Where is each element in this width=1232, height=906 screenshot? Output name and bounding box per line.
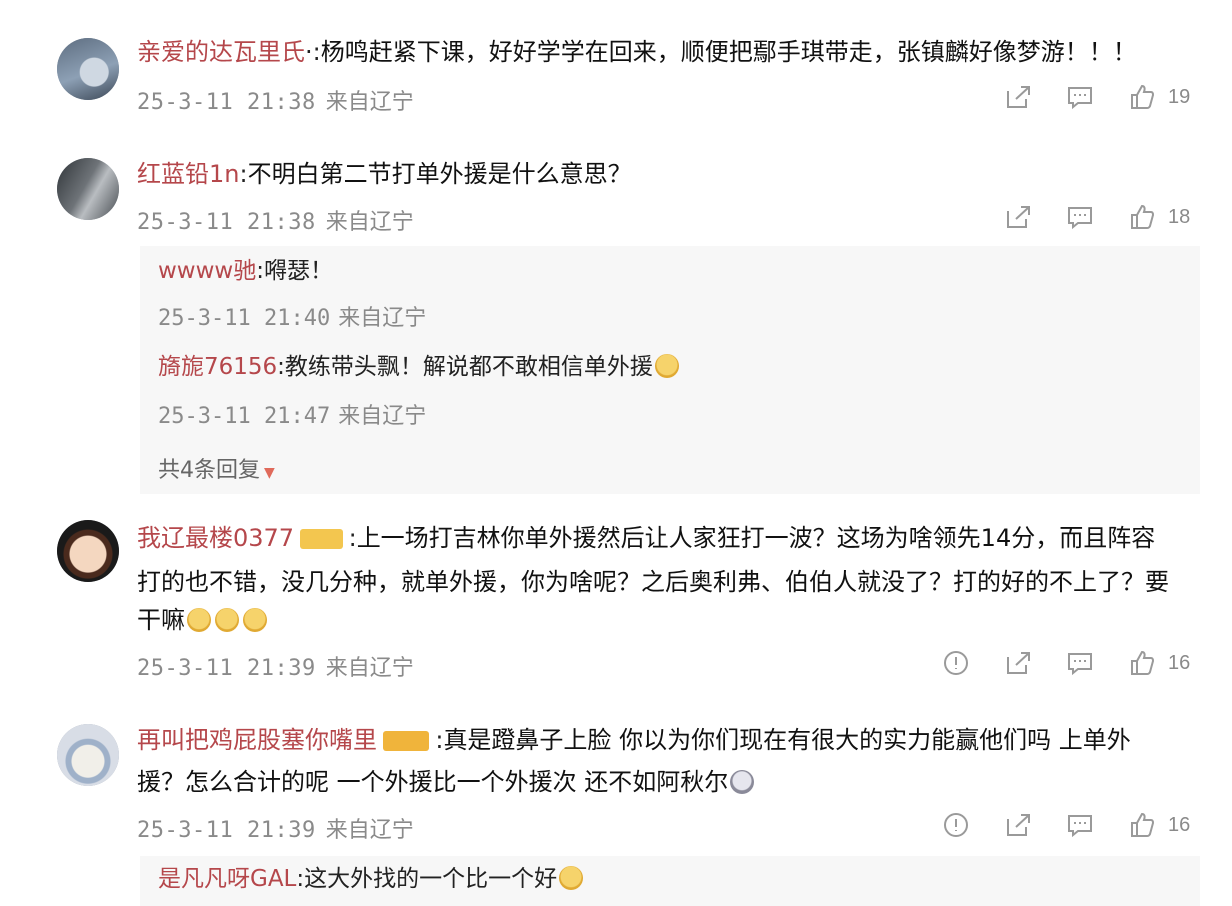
comment-meta: 25-3-11 21:39 来自辽宁 xyxy=(137,650,414,682)
like-icon[interactable] xyxy=(1124,646,1160,680)
comment-actions: 16 xyxy=(912,646,1194,680)
username-link[interactable]: 亲爱的达瓦里氏 xyxy=(137,38,305,66)
fan-badge xyxy=(300,529,343,549)
comment-text: 援？怎么合计的呢 一个外援比一个外援次 还不如阿秋尔 xyxy=(137,768,729,796)
reply-time: 25-3-11 21:40 xyxy=(158,306,331,331)
comment-text: 干嘛 xyxy=(137,606,185,634)
reply-text: 教练带头飘！解说都不敢相信单外援 xyxy=(284,354,653,380)
reply-item: 是凡凡呀GAL:这大外找的一个比一个好 xyxy=(158,862,585,896)
separator: : xyxy=(256,258,264,284)
more-replies-link[interactable]: 共4条回复 ▼ xyxy=(158,452,275,484)
laugh-cry-emoji-icon xyxy=(654,354,679,378)
avatar[interactable] xyxy=(57,520,119,582)
reply-text: 这大外找的一个比一个好 xyxy=(304,866,558,892)
like-count: 16 xyxy=(1168,651,1191,674)
username-link[interactable]: 再叫把鸡屁股塞你嘴里 xyxy=(137,726,377,754)
comment-text: 杨鸣赶紧下课，好好学学在回来，顺便把鄢手琪带走，张镇麟好像梦游！！！ xyxy=(320,38,1137,66)
comment-time: 25-3-11 21:39 xyxy=(137,818,316,843)
comment-meta: 25-3-11 21:38 来自辽宁 xyxy=(137,84,414,116)
reply-list: 是凡凡呀GAL:这大外找的一个比一个好 xyxy=(140,856,1200,906)
comment-icon[interactable] xyxy=(1062,808,1098,842)
comment-actions: 18 xyxy=(974,200,1194,234)
report-icon[interactable] xyxy=(938,808,974,842)
comment-time: 25-3-11 21:38 xyxy=(137,210,316,235)
username-link[interactable]: 我辽最楼0377 xyxy=(137,524,294,552)
comment-line: 亲爱的达瓦里氏·:杨鸣赶紧下课，好好学学在回来，顺便把鄢手琪带走，张镇麟好像梦游… xyxy=(137,32,1192,72)
comment-location: 来自辽宁 xyxy=(325,210,414,235)
comment-icon[interactable] xyxy=(1062,646,1098,680)
comment-location: 来自辽宁 xyxy=(325,656,414,681)
reply-time: 25-3-11 21:47 xyxy=(158,404,331,429)
comment-text: 上一场打吉林你单外援然后让人家狂打一波？这场为啥领先14分，而且阵容 xyxy=(356,524,1156,552)
share-icon[interactable] xyxy=(1000,646,1036,680)
share-icon[interactable] xyxy=(1000,200,1036,234)
separator: : xyxy=(348,524,357,552)
sticker-emoji-icon xyxy=(730,770,755,794)
comment-line: 打的也不错，没几分种，就单外援，你为啥呢？之后奥利弗、伯伯人就没了？打的好的不上… xyxy=(137,562,1192,602)
laugh-cry-emoji-icon xyxy=(243,608,267,632)
reply-location: 来自辽宁 xyxy=(338,404,427,429)
like-count: 18 xyxy=(1168,205,1191,228)
laugh-cry-emoji-icon xyxy=(187,608,211,632)
comment-text: 真是蹬鼻子上脸 你以为你们现在有很大的实力能赢他们吗 上单外 xyxy=(443,726,1131,754)
like-count: 16 xyxy=(1168,813,1191,836)
reply-list: wwww驰:嘚瑟！ 25-3-11 21:40 来自辽宁 旖旎76156:教练带头… xyxy=(140,246,1200,494)
caret-down-icon: ▼ xyxy=(264,465,275,481)
comment-meta: 25-3-11 21:39 来自辽宁 xyxy=(137,812,414,844)
laugh-cry-emoji-icon xyxy=(215,608,239,632)
comment-location: 来自辽宁 xyxy=(325,90,414,115)
separator: : xyxy=(277,354,285,380)
avatar[interactable] xyxy=(57,38,119,100)
separator: : xyxy=(296,866,305,892)
username-link[interactable]: 红蓝铅1n xyxy=(137,160,239,188)
reply-meta: 25-3-11 21:40 来自辽宁 xyxy=(158,300,426,332)
reply-meta: 25-3-11 21:47 来自辽宁 xyxy=(158,398,426,430)
comment-line: 我辽最楼0377 :上一场打吉林你单外援然后让人家狂打一波？这场为啥领先14分，… xyxy=(137,518,1192,558)
like-icon[interactable] xyxy=(1124,808,1160,842)
comment-meta: 25-3-11 21:38 来自辽宁 xyxy=(137,204,414,236)
reply-item: wwww驰:嘚瑟！ xyxy=(158,254,333,288)
comment-line: 援？怎么合计的呢 一个外援比一个外援次 还不如阿秋尔 xyxy=(137,762,1192,802)
reply-username[interactable]: wwww驰 xyxy=(158,258,256,284)
share-icon[interactable] xyxy=(1000,808,1036,842)
share-icon[interactable] xyxy=(1000,80,1036,114)
doge-emoji-icon xyxy=(559,866,584,890)
comment-text: 打的也不错，没几分种，就单外援，你为啥呢？之后奥利弗、伯伯人就没了？打的好的不上… xyxy=(137,568,1169,596)
like-icon[interactable] xyxy=(1124,200,1160,234)
avatar[interactable] xyxy=(57,724,119,786)
comment-location: 来自辽宁 xyxy=(325,818,414,843)
reply-text: 嘚瑟！ xyxy=(264,258,333,284)
comment-line: 再叫把鸡屁股塞你嘴里 :真是蹬鼻子上脸 你以为你们现在有很大的实力能赢他们吗 上… xyxy=(137,720,1192,760)
comment-time: 25-3-11 21:39 xyxy=(137,656,316,681)
more-replies-label: 共4条回复 xyxy=(158,458,260,483)
separator: ·: xyxy=(305,38,321,66)
reply-location: 来自辽宁 xyxy=(338,306,427,331)
comment-text: 不明白第二节打单外援是什么意思？ xyxy=(247,160,632,188)
comment-line: 干嘛 xyxy=(137,600,1192,640)
reply-item: 旖旎76156:教练带头飘！解说都不敢相信单外援 xyxy=(158,350,681,384)
comment-line: 红蓝铅1n:不明白第二节打单外援是什么意思？ xyxy=(137,154,1192,194)
separator: : xyxy=(239,160,248,188)
avatar[interactable] xyxy=(57,158,119,220)
comment-time: 25-3-11 21:38 xyxy=(137,90,316,115)
like-count: 19 xyxy=(1168,85,1191,108)
comment-actions: 16 xyxy=(912,808,1194,842)
reply-username[interactable]: 是凡凡呀GAL xyxy=(158,866,296,892)
comment-icon[interactable] xyxy=(1062,80,1098,114)
reply-username[interactable]: 旖旎76156 xyxy=(158,354,277,380)
comment-icon[interactable] xyxy=(1062,200,1098,234)
report-icon[interactable] xyxy=(938,646,974,680)
crown-badge-icon xyxy=(383,731,430,751)
comment-actions: 19 xyxy=(974,80,1194,114)
like-icon[interactable] xyxy=(1124,80,1160,114)
